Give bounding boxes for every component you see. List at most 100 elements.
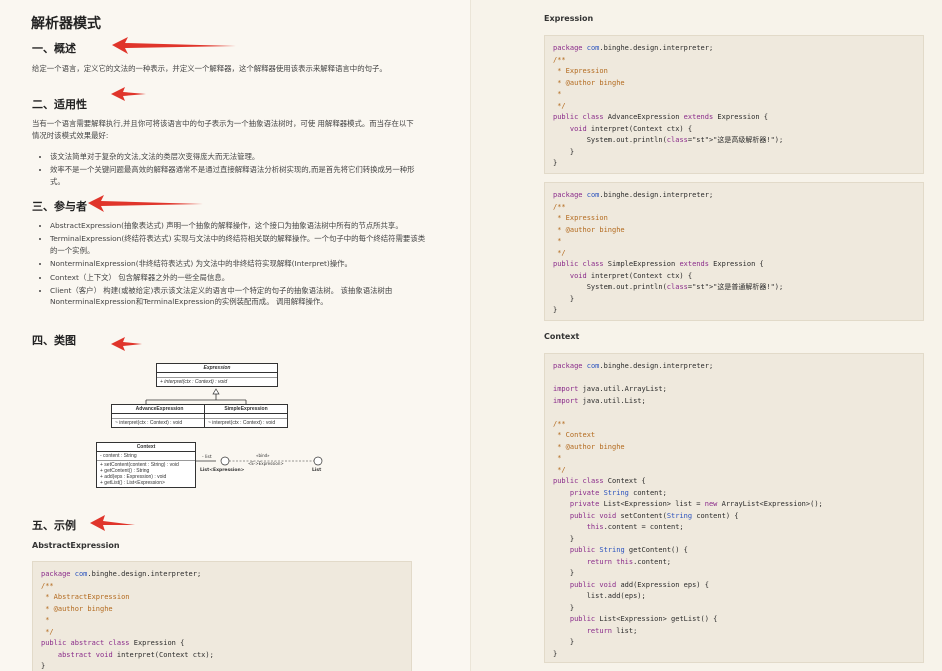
annotation-arrow-icon: [90, 515, 135, 531]
code-line: }: [553, 294, 575, 303]
applicability-text: 当有一个语言需要解释执行,并且你可将该语言中的句子表示为一个抽象语法树时，可使 …: [32, 119, 414, 140]
assoc-label: - list: [202, 454, 212, 460]
code-line: /**: [553, 55, 566, 64]
overview-text: 给定一个语言，定义它的文法的一种表示，并定义一个解释器，这个解释器使用该表示来解…: [32, 64, 387, 73]
heading-example: 五、示例: [32, 519, 76, 532]
code-line: public class SimpleExpression extends Ex…: [553, 260, 764, 268]
uml-class-context: Context - content : String + setContent(…: [96, 442, 196, 488]
code-line: package com.binghe.design.interpreter;: [553, 191, 714, 199]
code-line: * AbstractExpression: [41, 593, 130, 601]
code-line: *: [41, 616, 50, 624]
uml-class-name: SimpleExpression: [205, 405, 287, 414]
list-item: AbstractExpression(抽象表达式) 声明一个抽象的解释操作，这个…: [50, 220, 428, 231]
code-line: public class Context {: [553, 477, 646, 485]
code-line: */: [553, 101, 566, 110]
uml-class-advance: AdvanceExpression ~ interpret(ctx : Cont…: [111, 404, 208, 428]
code-line: * @author binghe: [553, 442, 625, 451]
code-line: * Expression: [553, 67, 608, 75]
list-generic-label: List: [312, 467, 322, 473]
uml-class-name: Expression: [157, 364, 277, 373]
code-line: *: [553, 454, 562, 462]
code-line: *: [553, 237, 562, 245]
annotation-arrow-icon: [111, 87, 146, 101]
bind-label: «bind»: [256, 453, 270, 458]
code-line: }: [553, 569, 575, 577]
list-node-label: List<Expression>: [200, 467, 245, 473]
code-line: }: [41, 662, 46, 670]
code-block-advance-expression: package com.binghe.design.interpreter; /*…: [544, 35, 924, 174]
subheading-expression: Expression: [544, 14, 594, 23]
left-column: 解析器模式 一、概述 给定一个语言，定义它的文法的一种表示，并定义一个解释器，这…: [0, 0, 470, 671]
uml-method: ~ interpret(ctx : Context) : void: [208, 420, 276, 426]
code-line: */: [41, 627, 54, 636]
code-line: private String content;: [569, 488, 667, 497]
code-line: }: [553, 306, 558, 314]
code-line: * Expression: [553, 214, 608, 222]
code-line: }: [553, 534, 575, 543]
code-line: /**: [553, 419, 566, 428]
code-line: public class AdvanceExpression extends E…: [553, 113, 768, 121]
code-line: public void setContent(String content) {: [569, 511, 739, 520]
code-line: abstract void interpret(Context ctx);: [57, 650, 214, 659]
code-line: * @author binghe: [553, 225, 625, 234]
applicability-list: 该文法简单对于复杂的文法,文法的类层次变得庞大而无法管理。 效率不是一个关键问题…: [38, 151, 428, 189]
code-line: * Context: [553, 431, 596, 439]
uml-field: - content : String: [97, 452, 195, 461]
heading-class-diagram: 四、类图: [32, 334, 76, 347]
code-line: }: [553, 649, 558, 658]
code-line: System.out.println(class="st">"这是高级解析器!"…: [553, 136, 784, 144]
subheading-context: Context: [544, 332, 580, 341]
code-line: * @author binghe: [553, 78, 625, 87]
code-line: }: [553, 603, 575, 612]
code-line: }: [553, 159, 558, 167]
code-line: list.add(eps);: [553, 592, 646, 600]
code-line: private List<Expression> list = new Arra…: [569, 500, 823, 508]
code-line: * @author binghe: [41, 604, 113, 613]
page-title: 解析器模式: [31, 16, 101, 32]
code-line: */: [553, 465, 566, 474]
code-line: public abstract class Expression {: [41, 639, 185, 647]
list-item: 该文法简单对于复杂的文法,文法的类层次变得庞大而无法管理。: [50, 151, 428, 162]
uml-class-name: Context: [97, 443, 195, 452]
code-line: public List<Expression> getList() {: [569, 615, 718, 623]
uml-methods: + setContent(content : String) : void + …: [97, 461, 195, 487]
code-line: return list;: [586, 626, 638, 635]
list-item: Client（客户） 构建(或被给定)表示该文法定义的语言中一个特定的句子的抽象…: [50, 285, 428, 308]
code-block-context: package com.binghe.design.interpreter; im…: [544, 353, 924, 663]
annotation-arrow-icon: [88, 195, 203, 212]
code-line: void interpret(Context ctx) {: [569, 124, 693, 133]
uml-method: ~ interpret(ctx : Context) : void: [115, 420, 183, 426]
bind-param-label: <E->Expression>: [248, 461, 284, 466]
code-line: package com.binghe.design.interpreter;: [41, 570, 202, 578]
participants-list: AbstractExpression(抽象表达式) 声明一个抽象的解释操作，这个…: [38, 220, 428, 310]
list-item: TerminalExpression(终结符表达式) 实现与文法中的终结符相关联…: [50, 233, 428, 256]
code-line: */: [553, 248, 566, 257]
annotation-arrow-icon: [112, 37, 236, 54]
list-item: NonterminalExpression(非终结符表达式) 为文法中的非终结符…: [50, 258, 428, 269]
uml-class-expression: Expression + interpret(ctx : Context) : …: [156, 363, 278, 387]
code-block-simple-expression: package com.binghe.design.interpreter; /*…: [544, 182, 924, 321]
subheading-abstract-expression: AbstractExpression: [32, 541, 120, 550]
uml-class-simple: SimpleExpression ~ interpret(ctx : Conte…: [204, 404, 288, 428]
code-line: this.content = content;: [586, 523, 684, 531]
code-line: return this.content;: [586, 557, 672, 566]
code-line: }: [553, 147, 575, 156]
annotation-arrow-icon: [111, 337, 142, 351]
code-line: public String getContent() {: [569, 546, 688, 554]
right-column: Expression package com.binghe.design.int…: [470, 0, 942, 671]
heading-participants: 三、参与者: [32, 200, 87, 213]
code-block-abstract-expression: package com.binghe.design.interpreter; /*…: [32, 561, 412, 671]
code-line: System.out.println(class="st">"这是普通解析器!"…: [553, 283, 784, 291]
heading-applicability: 二、适用性: [32, 98, 87, 111]
class-diagram: - list List<Expression> «bind» <E->Expre…: [96, 358, 336, 488]
uml-method: + getList() : List<Expression>: [100, 480, 165, 486]
code-line: import java.util.ArrayList;: [553, 385, 667, 393]
code-line: /**: [553, 202, 566, 211]
code-line: package com.binghe.design.interpreter;: [553, 44, 714, 52]
code-line: /**: [41, 581, 54, 590]
heading-overview: 一、概述: [32, 42, 76, 55]
uml-method: + interpret(ctx : Context) : void: [160, 379, 228, 385]
code-line: public void add(Expression eps) {: [569, 580, 709, 589]
